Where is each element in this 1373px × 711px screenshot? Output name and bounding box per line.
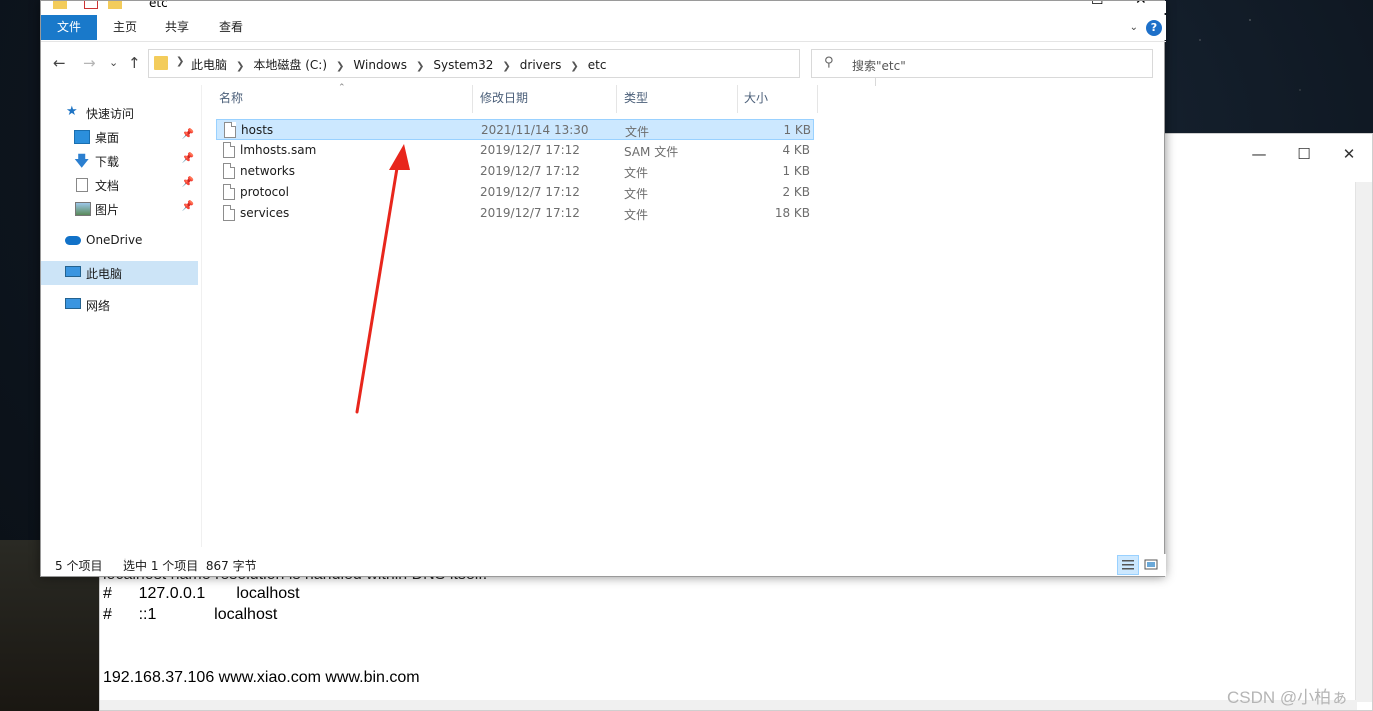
watermark: CSDN @小柏ぁ [1227, 688, 1349, 707]
annotation-arrow [355, 144, 410, 414]
